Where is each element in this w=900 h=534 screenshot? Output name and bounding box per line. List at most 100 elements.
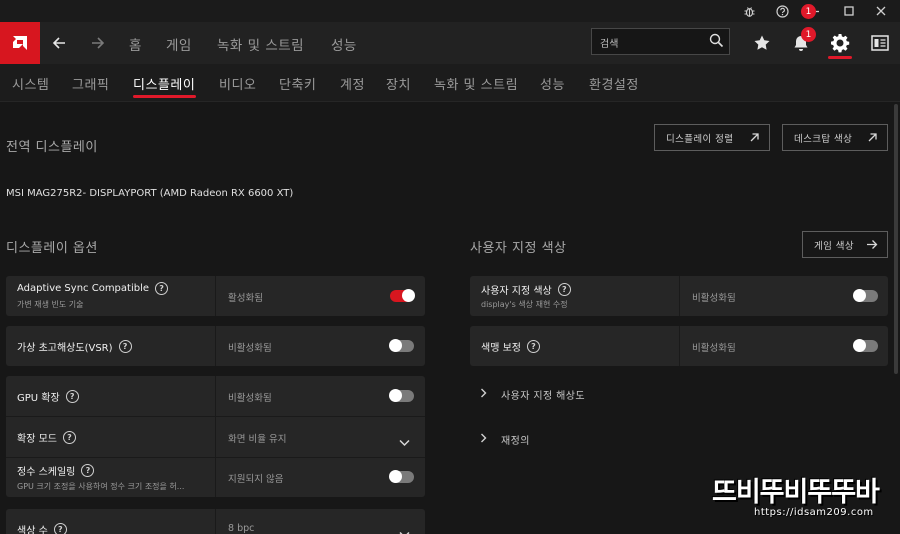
tab-video[interactable]: 비디오 (219, 74, 256, 93)
scaling-mode-value[interactable]: 화면 비율 유지 (228, 431, 286, 445)
help-icon[interactable]: ? (62, 431, 76, 444)
back-arrow-icon[interactable] (48, 32, 70, 54)
bug-icon[interactable] (740, 2, 758, 20)
vsr-text: 가상 초고해상도(VSR) (17, 343, 113, 354)
vsr-card: 가상 초고해상도(VSR)? 비활성화됨 (6, 326, 425, 366)
tab-performance[interactable]: 성능 (540, 74, 565, 93)
toggle-knob (402, 289, 415, 302)
toggle-knob (389, 389, 402, 402)
scaling-mode-label: 확장 모드? (17, 430, 76, 445)
divider (679, 326, 680, 366)
chevron-down-icon[interactable] (399, 432, 410, 451)
display-align-label: 디스플레이 정렬 (666, 133, 734, 145)
vsr-label: 가상 초고해상도(VSR)? (17, 339, 132, 354)
chevron-right-icon (480, 433, 487, 446)
tab-display[interactable]: 디스플레이 (133, 74, 195, 93)
row-divider (6, 416, 425, 417)
external-arrow-icon (867, 132, 878, 146)
gpu-scaling-card: GPU 확장? 비활성화됨 확장 모드? 화면 비율 유지 정수 스케일링? G… (6, 376, 425, 497)
toggle-knob (389, 470, 402, 483)
help-icon[interactable]: ? (155, 282, 169, 295)
tab-preferences[interactable]: 환경설정 (589, 74, 639, 93)
divider (215, 509, 216, 534)
external-arrow-icon (749, 132, 760, 146)
game-color-label: 게임 색상 (814, 240, 854, 252)
search-icon[interactable] (709, 33, 724, 52)
help-icon[interactable]: ? (65, 390, 79, 403)
amd-logo[interactable] (0, 22, 40, 64)
help-icon[interactable]: ? (557, 283, 571, 296)
custom-color-title: 사용자 지정 색상 (470, 241, 567, 256)
gpu-scaling-text: GPU 확장 (17, 393, 60, 404)
help-icon[interactable] (773, 2, 791, 20)
close-icon[interactable] (872, 2, 890, 20)
nav-gaming[interactable]: 게임 (166, 34, 192, 54)
display-options-title: 디스플레이 옵션 (6, 241, 98, 256)
game-color-button[interactable]: 게임 색상 (802, 231, 888, 258)
override-expander[interactable]: 재정의 (480, 432, 530, 447)
tab-hotkeys[interactable]: 단축키 (279, 74, 316, 93)
custom-resolution-label: 사용자 지정 해상도 (501, 391, 585, 402)
adaptive-sync-desc: 가변 재생 빈도 기술 (17, 300, 84, 309)
monitor-name: MSI MAG275R2- DISPLAYPORT (AMD Radeon RX… (6, 188, 294, 199)
adaptive-sync-label: Adaptive Sync Compatible? (17, 282, 169, 295)
gpu-scaling-label: GPU 확장? (17, 389, 79, 404)
watermark-url: https://idsam209.com (754, 507, 874, 518)
color-depth-value[interactable]: 8 bpc (228, 523, 254, 534)
arrow-right-icon (866, 239, 878, 253)
search-placeholder: 검색 (600, 39, 619, 50)
tab-devices[interactable]: 장치 (386, 74, 411, 93)
help-icon[interactable]: ? (81, 464, 95, 477)
color-blind-toggle[interactable] (853, 339, 878, 352)
scrollbar[interactable] (894, 104, 898, 374)
search-input[interactable]: 검색 (591, 28, 730, 55)
gpu-scaling-toggle[interactable] (389, 389, 414, 402)
override-label: 재정의 (501, 436, 530, 447)
tab-account[interactable]: 계정 (340, 74, 365, 93)
custom-color-value: 비활성화됨 (692, 293, 736, 304)
divider (215, 376, 216, 497)
vsr-toggle[interactable] (389, 339, 414, 352)
integer-scaling-value: 지원되지 않음 (228, 474, 284, 485)
chevron-down-icon[interactable] (399, 524, 410, 534)
integer-scaling-toggle[interactable] (389, 470, 414, 483)
color-blind-label: 색맹 보정? (481, 339, 540, 354)
custom-resolution-expander[interactable]: 사용자 지정 해상도 (480, 387, 585, 402)
adaptive-sync-toggle[interactable] (390, 289, 415, 302)
notification-badge: 1 (801, 4, 816, 19)
help-icon[interactable]: ? (118, 340, 132, 353)
toggle-knob (389, 339, 402, 352)
tab-system[interactable]: 시스템 (12, 74, 49, 93)
color-depth-label: 색상 수? (17, 522, 67, 534)
nav-performance[interactable]: 성능 (331, 34, 357, 54)
desktop-color-button[interactable]: 데스크탑 색상 (782, 124, 888, 151)
nav-record-stream[interactable]: 녹화 및 스트림 (217, 34, 304, 54)
help-icon[interactable]: ? (53, 523, 67, 534)
integer-scaling-desc: GPU 크기 조정을 사용하여 정수 크기 조정을 허... (17, 482, 185, 491)
gpu-scaling-value: 비활성화됨 (228, 393, 272, 404)
global-display-title: 전역 디스플레이 (6, 140, 98, 155)
top-nav: 홈 게임 녹화 및 스트림 성능 검색 1 (0, 4, 900, 64)
gear-icon[interactable] (828, 31, 852, 55)
watermark: 뜨비뚜비뚜뚜바 https://idsam209.com (712, 470, 892, 530)
maximize-icon[interactable] (840, 2, 858, 20)
title-bar (0, 0, 900, 22)
tab-record-stream[interactable]: 녹화 및 스트림 (434, 74, 518, 93)
divider (215, 326, 216, 366)
tab-graphics[interactable]: 그래픽 (72, 74, 109, 93)
adaptive-sync-value: 활성화됨 (228, 293, 263, 304)
custom-color-card: 사용자 지정 색상? display's 색상 재현 수정 비활성화됨 (470, 276, 888, 316)
layout-panel-icon[interactable] (868, 31, 892, 55)
toggle-knob (853, 289, 866, 302)
color-blind-value: 비활성화됨 (692, 343, 736, 354)
forward-arrow-icon[interactable] (87, 32, 109, 54)
custom-color-toggle[interactable] (853, 289, 878, 302)
scaling-mode-text: 확장 모드 (17, 434, 57, 445)
display-align-button[interactable]: 디스플레이 정렬 (654, 124, 770, 151)
nav-home[interactable]: 홈 (129, 34, 142, 54)
help-icon[interactable]: ? (526, 340, 540, 353)
star-icon[interactable] (750, 31, 774, 55)
settings-active-indicator (828, 56, 852, 59)
active-tab-indicator (133, 95, 196, 98)
chevron-right-icon (480, 388, 487, 401)
